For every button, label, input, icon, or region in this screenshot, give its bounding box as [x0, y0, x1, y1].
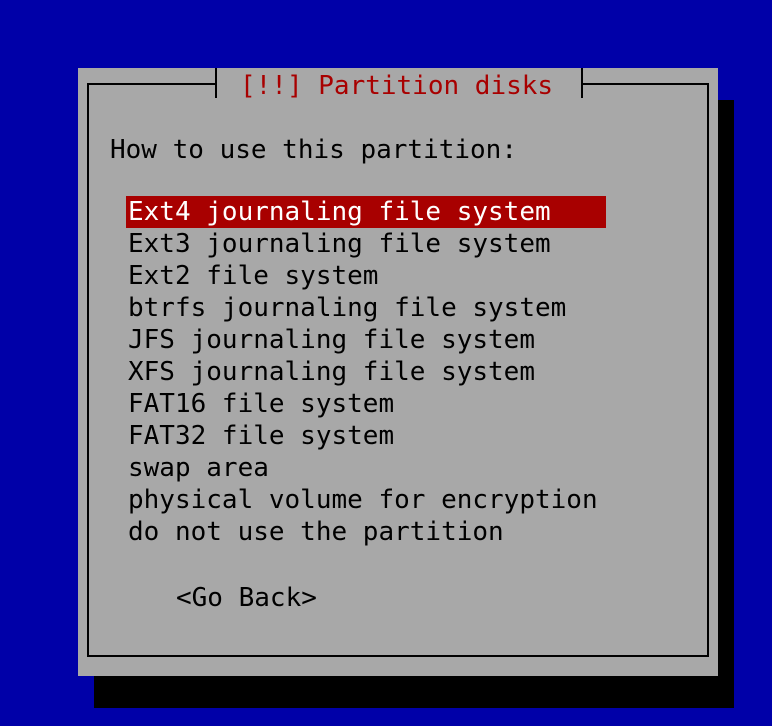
- go-back-button[interactable]: <Go Back>: [176, 582, 317, 614]
- option-ext2[interactable]: Ext2 file system: [126, 260, 606, 292]
- option-fat16[interactable]: FAT16 file system: [126, 388, 606, 420]
- partition-dialog: [!!] Partition disks How to use this par…: [78, 68, 718, 676]
- option-do-not-use[interactable]: do not use the partition: [126, 516, 606, 548]
- option-swap[interactable]: swap area: [126, 452, 606, 484]
- option-fat32[interactable]: FAT32 file system: [126, 420, 606, 452]
- option-jfs[interactable]: JFS journaling file system: [126, 324, 606, 356]
- dialog-prompt: How to use this partition:: [110, 135, 517, 165]
- option-ext4[interactable]: Ext4 journaling file system: [126, 196, 606, 228]
- option-encryption[interactable]: physical volume for encryption: [126, 484, 606, 516]
- option-ext3[interactable]: Ext3 journaling file system: [126, 228, 606, 260]
- filesystem-options-list: Ext4 journaling file system Ext3 journal…: [126, 196, 606, 548]
- dialog-title: [!!] Partition disks: [240, 71, 554, 101]
- option-btrfs[interactable]: btrfs journaling file system: [126, 292, 606, 324]
- option-xfs[interactable]: XFS journaling file system: [126, 356, 606, 388]
